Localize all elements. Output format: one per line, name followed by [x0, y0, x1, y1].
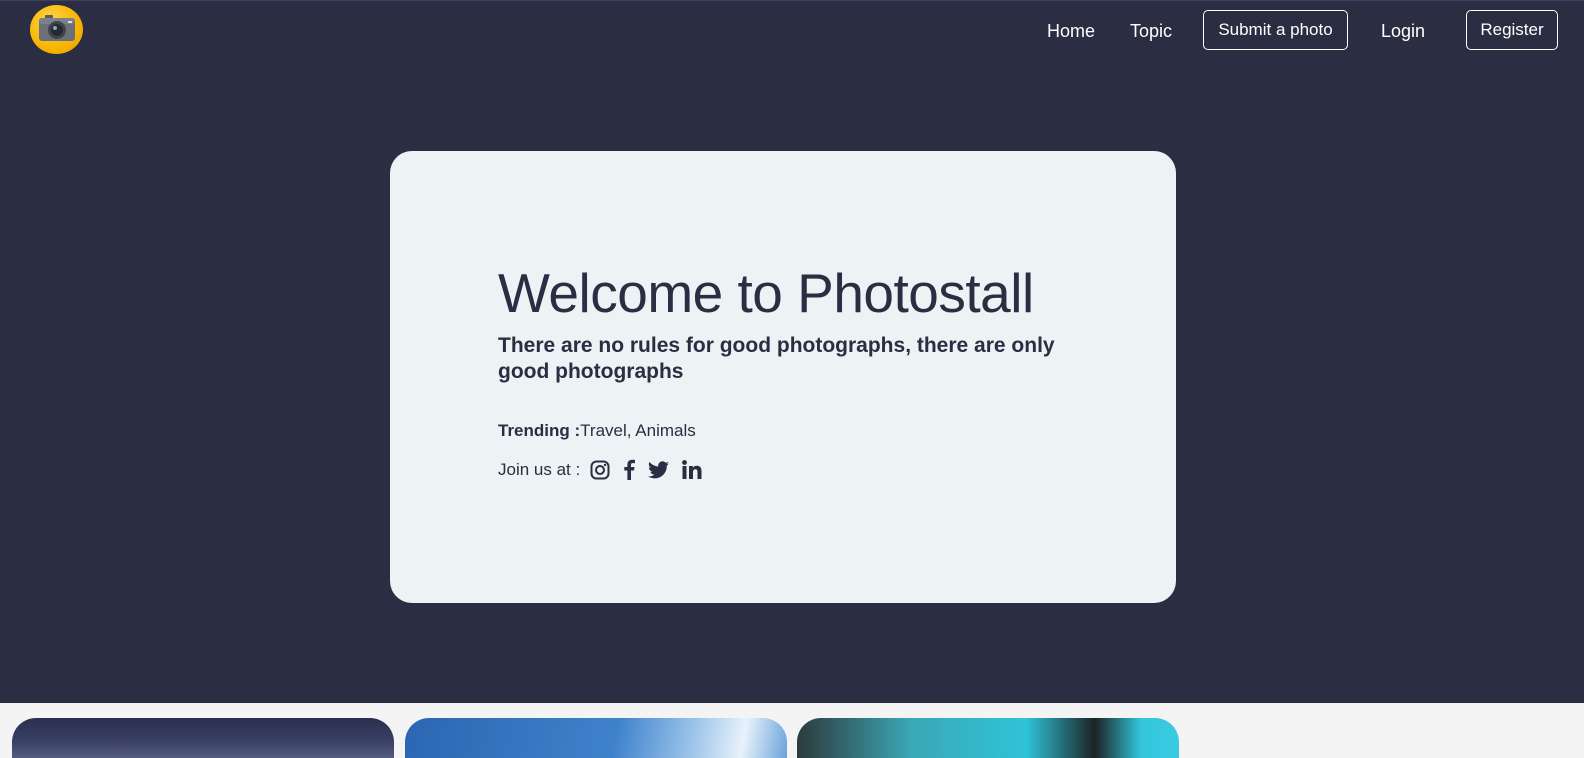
linkedin-icon[interactable] — [682, 460, 702, 479]
trending-line: Trending :Travel, Animals — [498, 421, 696, 441]
register-button[interactable]: Register — [1466, 10, 1558, 50]
photo-thumbnail[interactable] — [797, 718, 1179, 758]
camera-icon — [39, 15, 75, 41]
photo-thumbnail[interactable] — [405, 718, 787, 758]
trending-label: Trending : — [498, 421, 581, 440]
site-logo[interactable] — [30, 5, 83, 54]
social-links — [590, 459, 715, 480]
nav-login-link[interactable]: Login — [1381, 19, 1425, 43]
join-us-label: Join us at : — [498, 459, 581, 479]
submit-photo-button[interactable]: Submit a photo — [1203, 10, 1348, 50]
hero-section: Home Topic Submit a photo Login Register… — [0, 0, 1584, 703]
facebook-icon[interactable] — [623, 459, 636, 480]
join-us-line: Join us at : — [498, 459, 715, 480]
nav-home-link[interactable]: Home — [1047, 19, 1095, 43]
hero-subtitle: There are no rules for good photographs,… — [498, 334, 1055, 383]
welcome-card: Welcome to Photostall There are no rules… — [390, 151, 1176, 603]
page-title: Welcome to Photostall — [498, 262, 1034, 324]
trending-topics[interactable]: Travel, Animals — [580, 421, 696, 440]
twitter-icon[interactable] — [648, 460, 670, 479]
photo-thumbnail[interactable] — [12, 718, 394, 758]
nav-topic-link[interactable]: Topic — [1130, 19, 1172, 43]
instagram-icon[interactable] — [590, 460, 610, 480]
